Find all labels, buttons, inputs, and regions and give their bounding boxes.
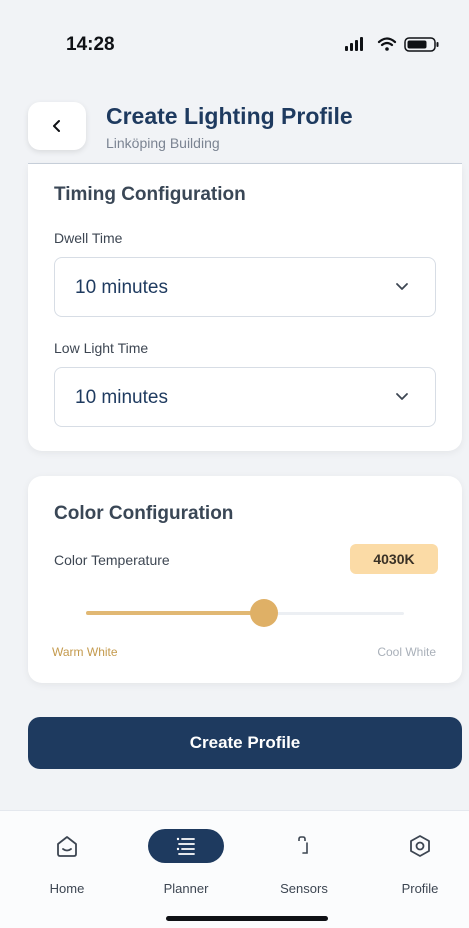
- create-profile-button[interactable]: Create Profile: [28, 717, 462, 769]
- home-icon: [50, 829, 84, 863]
- battery-icon: [404, 37, 439, 52]
- wifi-icon: [377, 37, 397, 51]
- status-bar: 14:28: [0, 0, 469, 80]
- timing-section-title: Timing Configuration: [54, 184, 246, 205]
- bottom-tab-bar: Home Planner Sensors Profile: [0, 810, 469, 928]
- tab-planner[interactable]: Planner: [141, 829, 231, 899]
- tab-home[interactable]: Home: [22, 829, 112, 899]
- dwell-time-select[interactable]: 10 minutes: [54, 257, 436, 317]
- tab-label-home: Home: [49, 881, 85, 896]
- color-section-title: Color Configuration: [54, 503, 234, 524]
- page-title: Create Lighting Profile: [106, 103, 353, 129]
- color-configuration-card: Color Configuration Color Temperature 40…: [28, 476, 462, 683]
- color-temperature-badge: 4030K: [350, 544, 438, 574]
- chevron-down-icon: [396, 283, 408, 290]
- low-light-time-label: Low Light Time: [54, 340, 149, 356]
- tab-sensors[interactable]: Sensors: [259, 829, 349, 899]
- dwell-time-label: Dwell Time: [54, 230, 123, 246]
- slider-thumb[interactable]: [250, 599, 279, 627]
- slider-fill: [86, 611, 265, 615]
- cool-white-label: Cool White: [377, 645, 436, 659]
- dwell-time-value: 10 minutes: [75, 277, 168, 298]
- warm-white-label: Warm White: [52, 645, 118, 659]
- sensor-icon: [287, 829, 321, 863]
- low-light-time-select[interactable]: 10 minutes: [54, 367, 436, 427]
- back-button[interactable]: [28, 102, 86, 150]
- tab-label-profile: Profile: [401, 881, 439, 896]
- tab-label-sensors: Sensors: [280, 881, 328, 896]
- page-subtitle: Linköping Building: [106, 135, 220, 151]
- home-indicator: [166, 916, 328, 921]
- timing-configuration-card: Timing Configuration Dwell Time 10 minut…: [28, 164, 462, 451]
- signal-icon: [345, 37, 363, 51]
- chevron-left-icon: [53, 120, 60, 132]
- profile-icon: [403, 829, 437, 863]
- planner-icon: [148, 829, 224, 863]
- tab-label-planner: Planner: [163, 881, 209, 896]
- status-icons: [345, 37, 439, 52]
- status-time: 14:28: [66, 34, 115, 55]
- low-light-time-value: 10 minutes: [75, 387, 168, 408]
- color-temperature-label: Color Temperature: [54, 552, 170, 568]
- chevron-down-icon: [396, 393, 408, 400]
- color-temperature-slider[interactable]: [86, 596, 404, 630]
- tab-profile[interactable]: Profile: [375, 829, 465, 899]
